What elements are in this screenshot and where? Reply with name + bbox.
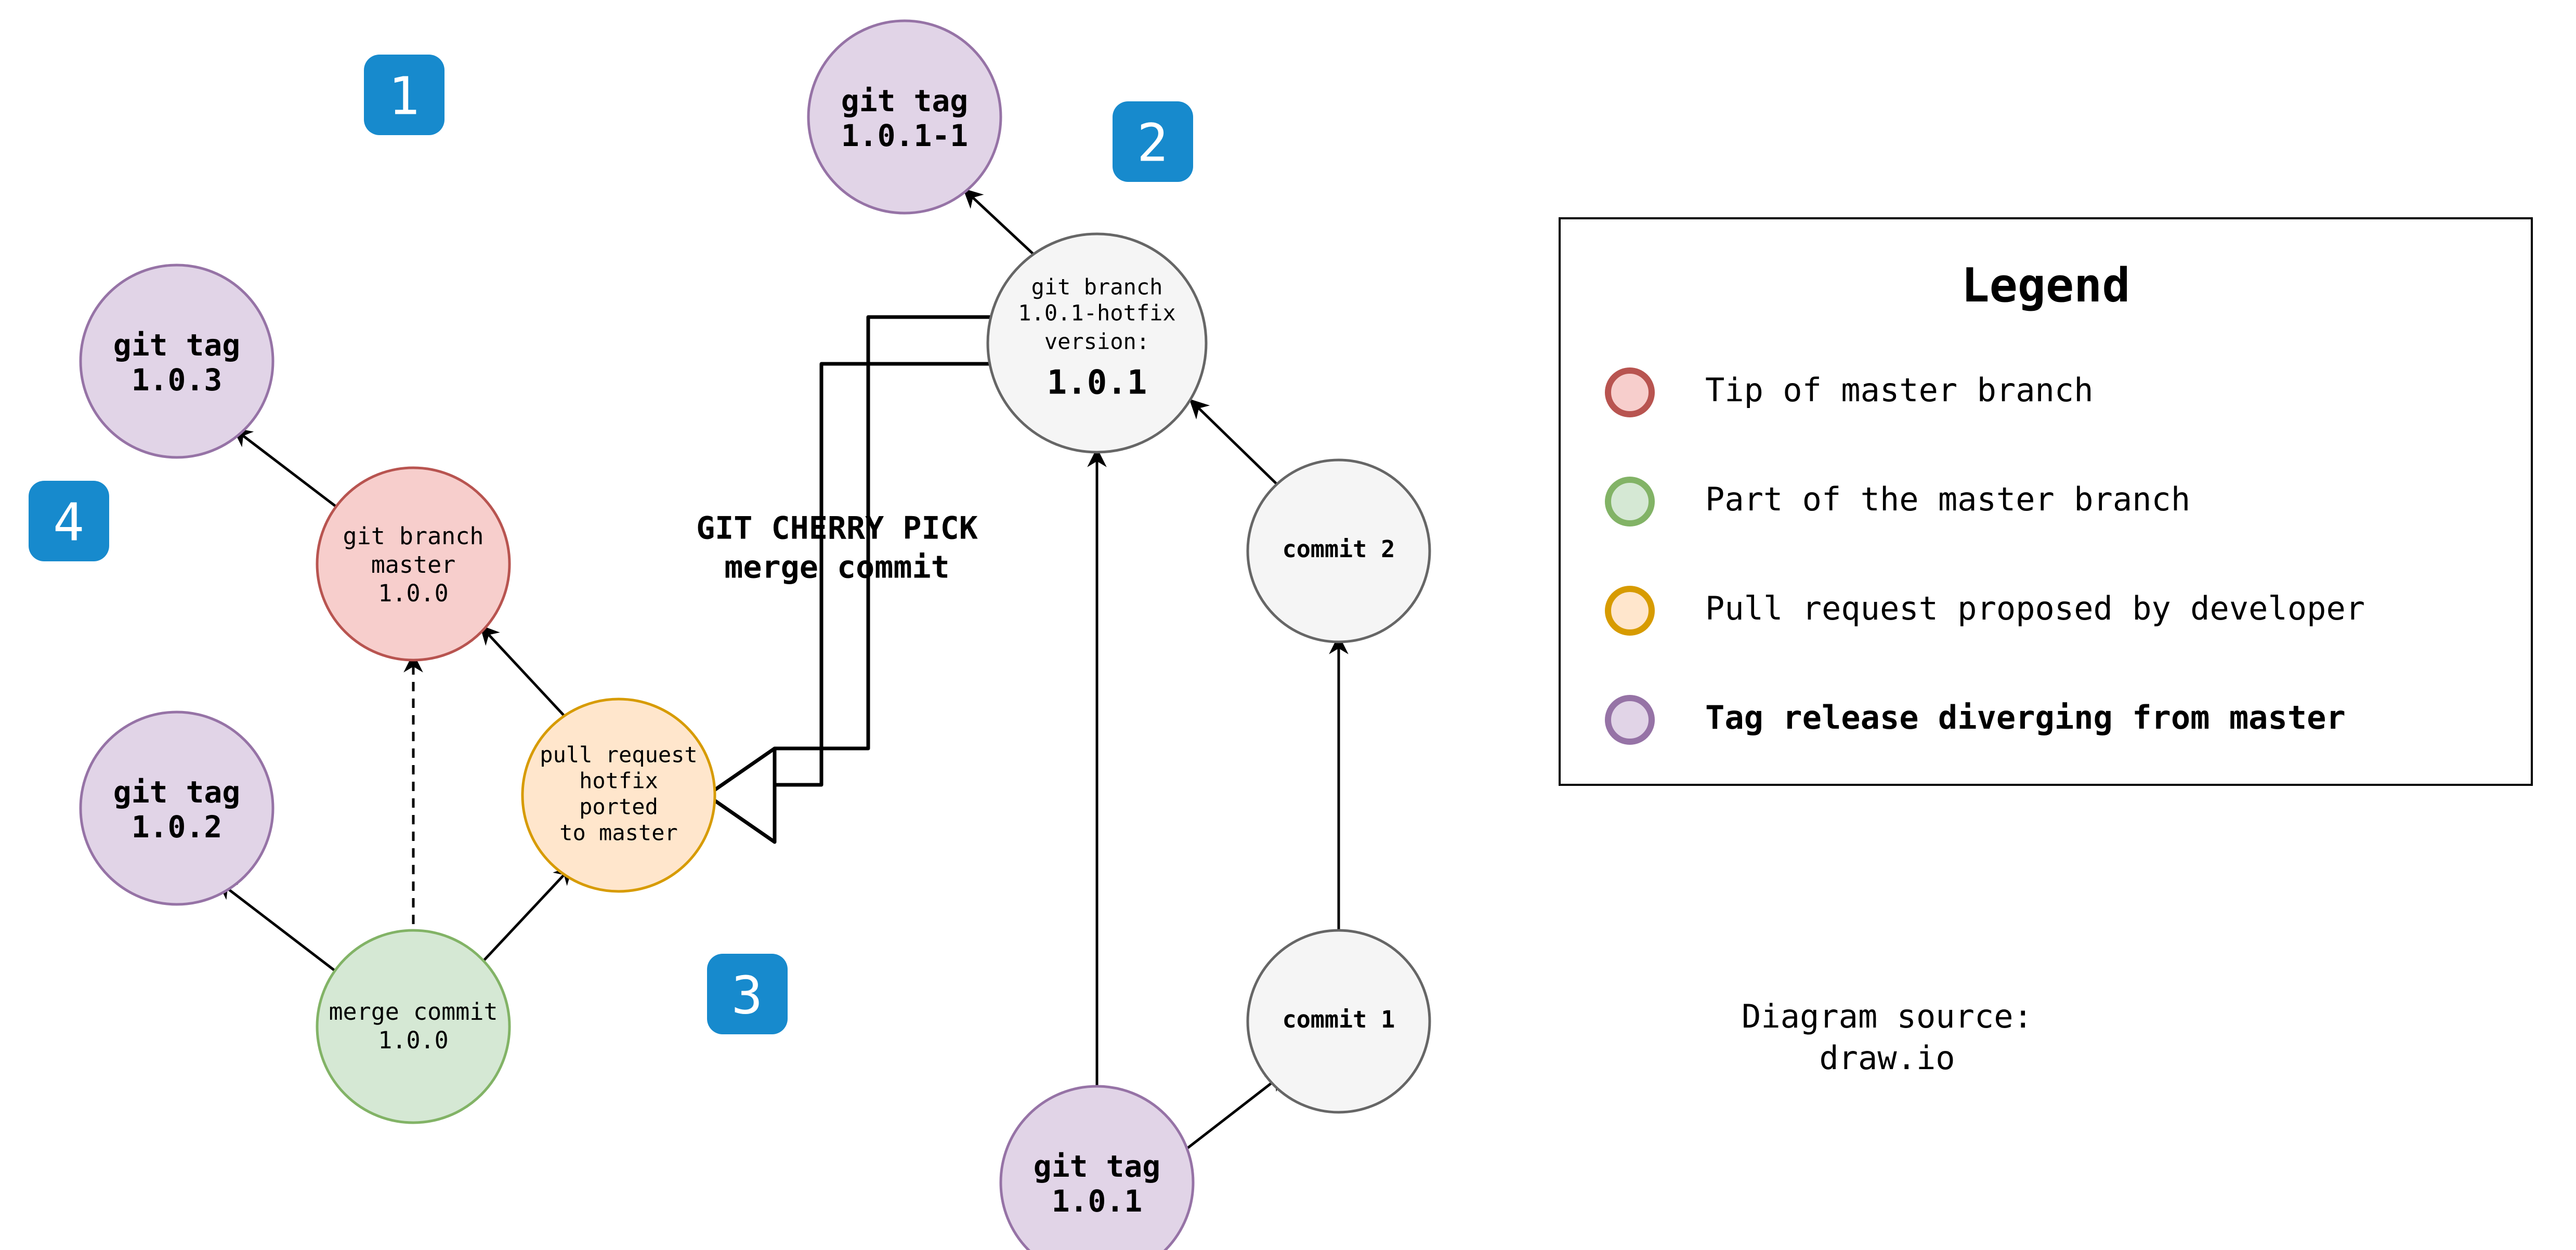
edge-merge-to-pr [473,866,572,972]
tag-102-l2: 1.0.2 [132,809,223,845]
node-git-tag-101: git tag 1.0.1 [1001,1086,1193,1250]
legend-item-pull-request: Pull request proposed by developer [1608,589,2365,633]
tag-103-l2: 1.0.3 [132,362,223,398]
footer-l2: draw.io [1819,1039,1955,1077]
branch-hotfix-l3: version: [1044,329,1149,354]
step-badge-3: 3 [707,954,788,1034]
commit-1-l1: commit 1 [1283,1006,1395,1033]
edge-tag101-to-c1 [1180,1073,1284,1154]
legend-item-tag-release: Tag release diverging from master [1608,698,2346,742]
branch-master-l3: 1.0.0 [378,580,448,607]
tag-101-1-l1: git tag [841,83,968,119]
legend-i1: Tip of master branch [1705,371,2094,409]
step-badge-4: 4 [29,481,109,561]
tag-102-l1: git tag [113,774,240,810]
merge-commit-l1: merge commit [329,998,498,1025]
commit-2-l1: commit 2 [1283,535,1395,563]
node-merge-commit: merge commit 1.0.0 [317,930,509,1123]
node-pull-request-hotfix: pull request hotfix ported to master [522,699,715,891]
step-4-text: 4 [53,492,84,553]
step-2-text: 2 [1137,113,1168,174]
node-git-tag-103: git tag 1.0.3 [81,265,273,457]
node-branch-master: git branch master 1.0.0 [317,468,509,660]
node-commit-2: commit 2 [1248,460,1430,642]
branch-hotfix-l1: git branch [1031,274,1163,300]
cherry-pick-l2: merge commit [724,549,949,586]
pr-hotfix-l4: to master [559,820,678,846]
cherry-pick-l1: GIT CHERRY PICK [696,510,978,547]
step-badge-1: 1 [364,55,444,135]
edge-hotfix-to-tag1011 [964,190,1042,262]
node-commit-1: commit 1 [1248,930,1430,1112]
legend-title: Legend [1961,258,2130,313]
tag-101-l1: git tag [1034,1149,1160,1184]
pr-hotfix-l3: ported [579,794,658,820]
branch-hotfix-l2: 1.0.1-hotfix [1018,300,1175,326]
step-badge-2: 2 [1113,101,1193,182]
node-git-tag-101-1: git tag 1.0.1-1 [808,21,1001,213]
node-branch-hotfix: git branch 1.0.1-hotfix version: 1.0.1 [988,234,1206,452]
edge-merge-to-tag102 [218,881,354,985]
node-git-tag-102: git tag 1.0.2 [81,712,273,904]
edge-c2-to-hotfix [1191,400,1284,491]
legend-i2: Part of the master branch [1705,480,2190,518]
pr-hotfix-l2: hotfix [579,768,658,794]
git-flow-diagram: git tag 1.0.3 git tag 1.0.2 git branch m… [0,0,2576,1250]
branch-master-l1: git branch [343,522,484,550]
tag-101-1-l2: 1.0.1-1 [841,118,968,153]
edge-master-to-tag103 [234,429,343,512]
footer-l1: Diagram source: [1742,997,2033,1035]
edge-pr-to-master [481,626,572,724]
step-3-text: 3 [731,965,763,1026]
diagram-source: Diagram source: draw.io [1742,997,2033,1077]
branch-master-l2: master [371,551,456,578]
legend-i4: Tag release diverging from master [1705,699,2346,736]
tag-101-l2: 1.0.1 [1052,1183,1143,1219]
merge-commit-l2: 1.0.0 [378,1027,448,1054]
legend-panel: Legend Tip of master branch Part of the … [1560,218,2532,785]
step-1-text: 1 [388,66,420,127]
pr-hotfix-l1: pull request [540,742,697,768]
branch-hotfix-l4: 1.0.1 [1047,364,1147,402]
legend-i3: Pull request proposed by developer [1705,589,2365,627]
tag-103-l1: git tag [113,327,240,363]
